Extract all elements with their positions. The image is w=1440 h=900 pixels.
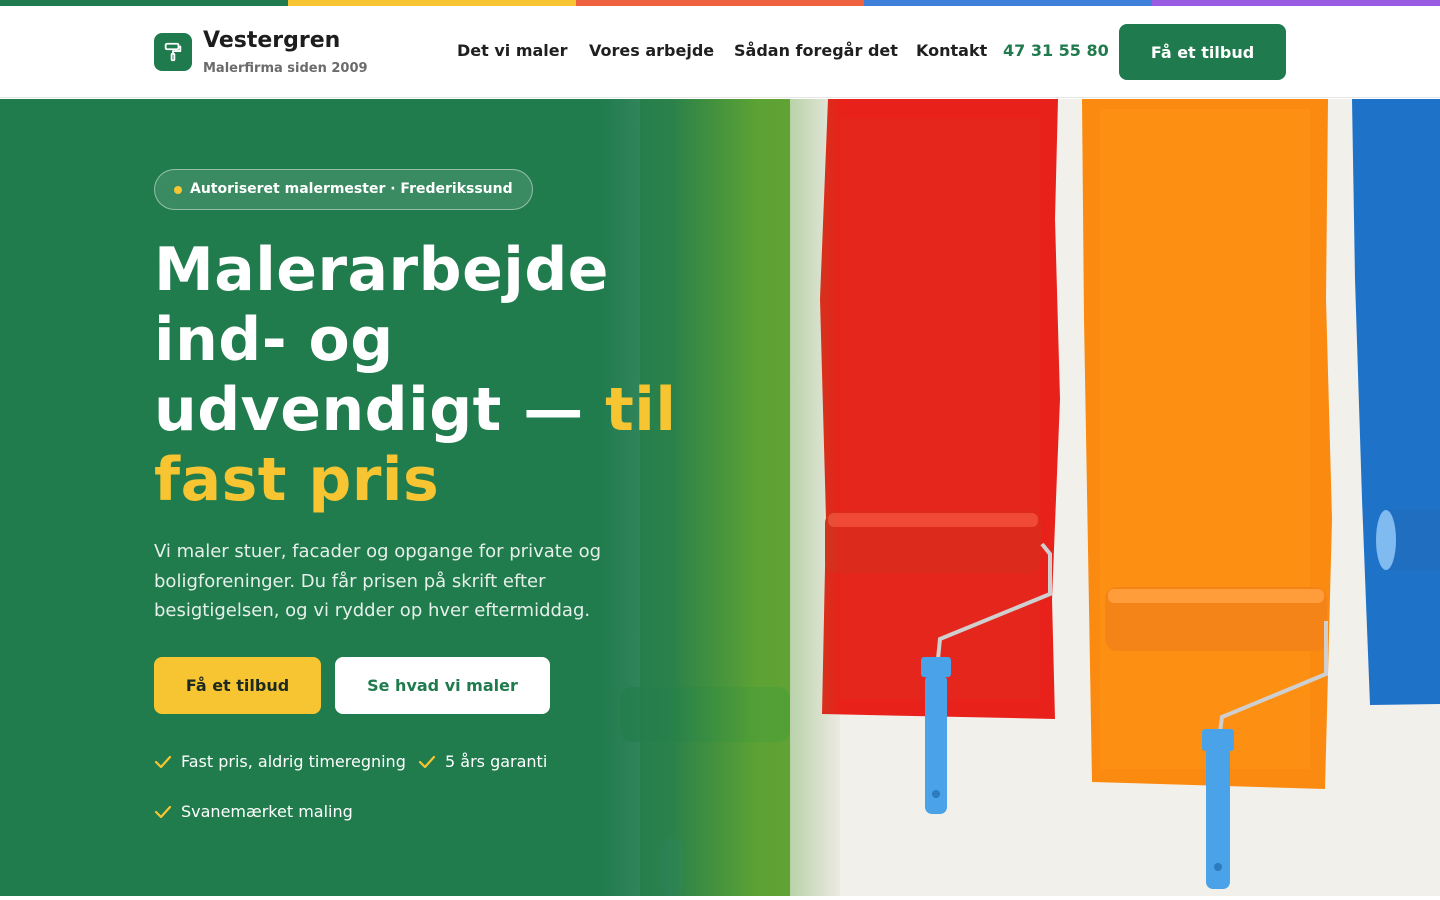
check-icon xyxy=(418,755,436,768)
feature-text: Fast pris, aldrig timeregning xyxy=(181,752,406,771)
badge-text: Autoriseret malermester · Frederikssund xyxy=(190,181,513,197)
nav-det-vi-maler[interactable]: Det vi maler xyxy=(457,41,568,60)
phone-link[interactable]: 47 31 55 80 xyxy=(1003,41,1109,60)
feature-text: 5 års garanti xyxy=(445,752,548,771)
header-quote-button[interactable]: Få et tilbud xyxy=(1119,24,1286,80)
brand-name[interactable]: Vestergren xyxy=(203,28,340,53)
nav-saadan-foregaar-det[interactable]: Sådan foregår det xyxy=(734,41,898,60)
check-icon xyxy=(154,805,172,818)
nav-vores-arbejde[interactable]: Vores arbejde xyxy=(589,41,714,60)
heading-line-2: ind- og xyxy=(154,305,394,375)
nav-kontakt[interactable]: Kontakt xyxy=(916,41,987,60)
badge-dot-icon xyxy=(174,186,182,194)
hero-heading: Malerarbejde ind- og udvendigt — til fas… xyxy=(154,235,714,515)
hero-quote-button[interactable]: Få et tilbud xyxy=(154,657,321,714)
check-icon xyxy=(154,755,172,768)
heading-line-3: udvendigt — xyxy=(154,375,584,445)
authorization-badge: Autoriseret malermester · Frederikssund xyxy=(154,169,533,210)
heading-accent-fast-pris: fast pris xyxy=(154,445,440,515)
hero-section: Autoriseret malermester · Frederikssund … xyxy=(0,99,1440,896)
site-header: Vestergren Malerfirma siden 2009 Det vi … xyxy=(0,6,1440,98)
logo[interactable] xyxy=(154,33,192,71)
hero-lead-text: Vi maler stuer, facader og opgange for p… xyxy=(154,541,602,621)
heading-line-1: Malerarbejde xyxy=(154,235,609,305)
paint-roller-icon xyxy=(164,42,182,62)
feature-fixed-price: Fast pris, aldrig timeregning xyxy=(154,752,406,771)
feature-eco-paint: Svanemærket maling xyxy=(154,802,353,821)
hero-see-work-button[interactable]: Se hvad vi maler xyxy=(335,657,550,714)
feature-warranty: 5 års garanti xyxy=(418,752,547,771)
feature-text: Svanemærket maling xyxy=(181,802,353,821)
brand-tagline: Malerfirma siden 2009 xyxy=(203,61,368,76)
heading-accent-til: til xyxy=(605,375,677,445)
